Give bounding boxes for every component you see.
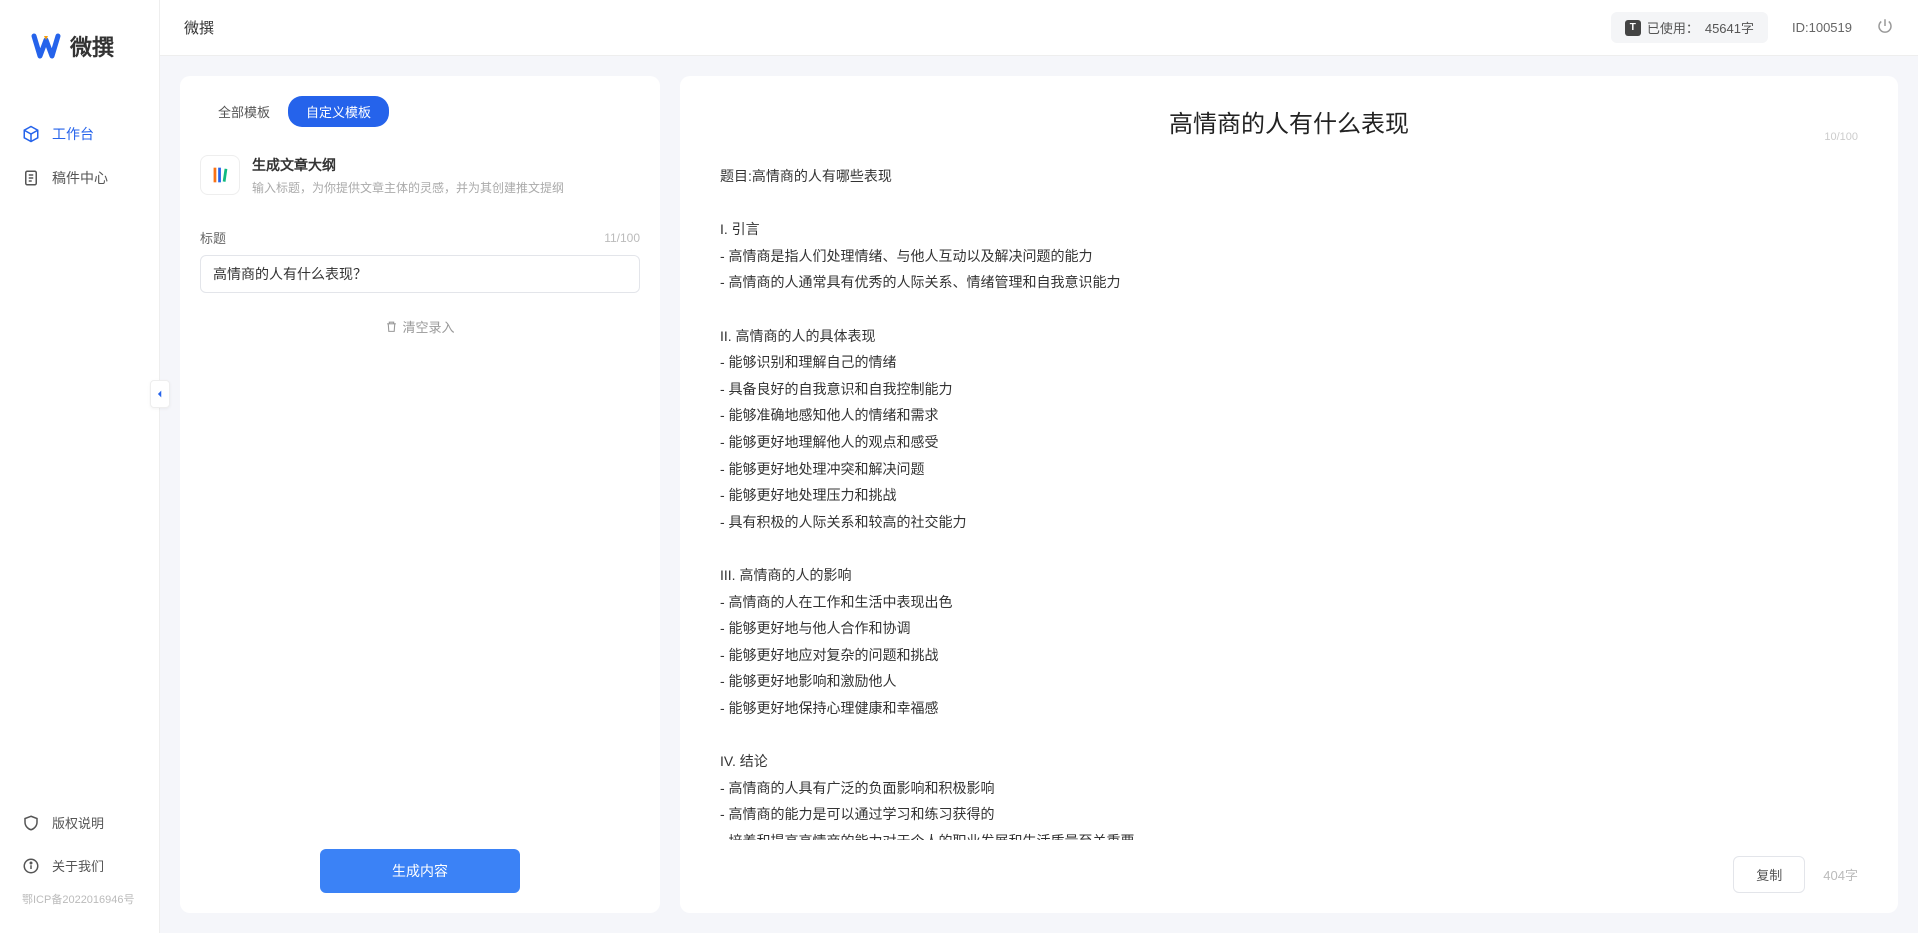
nav-item-label: 工作台 — [52, 124, 94, 144]
logo: 微撰 — [0, 0, 159, 82]
nav-item-label: 稿件中心 — [52, 168, 108, 188]
shield-icon — [22, 814, 40, 832]
header-title: 微撰 — [184, 17, 214, 38]
title-field-label: 标题 — [200, 228, 226, 247]
title-input[interactable] — [200, 255, 640, 293]
logo-text: 微撰 — [70, 30, 114, 62]
copy-button[interactable]: 复制 — [1733, 856, 1805, 893]
power-icon — [1876, 17, 1894, 35]
chevron-left-icon — [155, 389, 165, 399]
result-title-counter: 10/100 — [1824, 131, 1858, 143]
sidebar: 微撰 工作台 稿件中心 版权说明 — [0, 0, 160, 933]
nav-item-drafts[interactable]: 稿件中心 — [0, 156, 159, 200]
nav-item-workspace[interactable]: 工作台 — [0, 112, 159, 156]
title-field-counter: 11/100 — [604, 231, 640, 245]
user-id: ID:100519 — [1792, 20, 1852, 35]
result-body[interactable]: 题目:高情商的人有哪些表现 I. 引言 - 高情商是指人们处理情绪、与他人互动以… — [680, 147, 1898, 840]
text-badge-icon: T — [1625, 20, 1641, 36]
generate-button[interactable]: 生成内容 — [320, 849, 520, 893]
power-button[interactable] — [1876, 17, 1894, 38]
nav-primary: 工作台 稿件中心 — [0, 82, 159, 801]
document-icon — [22, 169, 40, 187]
usage-label: 已使用： — [1647, 18, 1699, 37]
icp-text: 鄂ICP备2022016946号 — [0, 887, 159, 917]
template-title: 生成文章大纲 — [252, 155, 640, 175]
template-card: 生成文章大纲 输入标题，为你提供文章主体的灵感，并为其创建推文提纲 — [200, 149, 640, 202]
template-desc: 输入标题，为你提供文章主体的灵感，并为其创建推文提纲 — [252, 179, 640, 196]
template-tabs: 全部模板 自定义模板 — [180, 76, 660, 139]
nav-item-label: 版权说明 — [52, 813, 104, 832]
sidebar-collapse-handle[interactable] — [150, 380, 170, 408]
usage-pill[interactable]: T 已使用： 45641字 — [1611, 12, 1768, 43]
tab-all-templates[interactable]: 全部模板 — [200, 96, 288, 127]
nav-item-about[interactable]: 关于我们 — [0, 844, 159, 887]
result-title: 高情商的人有什么表现 — [720, 104, 1858, 139]
trash-icon — [385, 320, 398, 333]
nav-secondary: 版权说明 关于我们 鄂ICP备2022016946号 — [0, 801, 159, 933]
clear-input-button[interactable]: 清空录入 — [385, 317, 454, 336]
word-count: 404字 — [1823, 865, 1858, 884]
tab-custom-templates[interactable]: 自定义模板 — [288, 96, 389, 127]
cube-icon — [22, 125, 40, 143]
nav-item-copyright[interactable]: 版权说明 — [0, 801, 159, 844]
result-panel: 高情商的人有什么表现 10/100 题目:高情商的人有哪些表现 I. 引言 - … — [680, 76, 1898, 913]
template-icon — [200, 155, 240, 195]
info-icon — [22, 857, 40, 875]
header: 微撰 T 已使用： 45641字 ID:100519 — [160, 0, 1918, 56]
logo-icon — [30, 30, 62, 62]
input-panel: 全部模板 自定义模板 生成文章大纲 输入标题，为你提供文章主体的灵感，并为其创建… — [180, 76, 660, 913]
usage-value: 45641字 — [1705, 18, 1754, 37]
nav-item-label: 关于我们 — [52, 856, 104, 875]
